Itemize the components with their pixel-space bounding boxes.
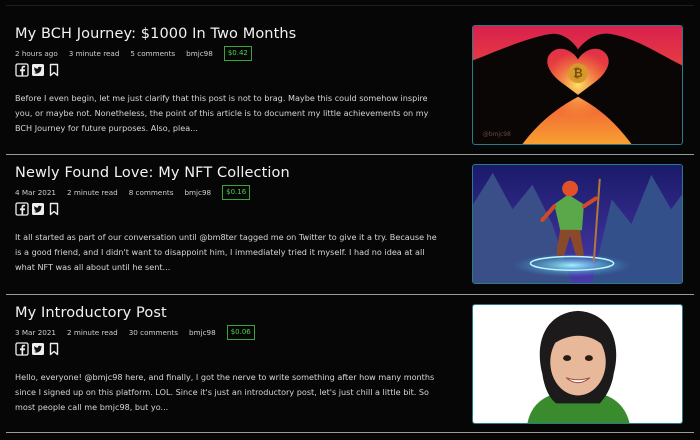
post-title[interactable]: Newly Found Love: My NFT Collection xyxy=(15,165,290,181)
post-read-time: 2 minute read xyxy=(67,188,118,197)
facebook-icon[interactable] xyxy=(15,63,29,77)
post-thumbnail-avatar-portrait[interactable] xyxy=(472,304,683,424)
post-title[interactable]: My BCH Journey: $1000 In Two Months xyxy=(15,26,296,42)
post-time: 4 Mar 2021 xyxy=(15,188,56,197)
share-buttons xyxy=(15,63,61,77)
post-title[interactable]: My Introductory Post xyxy=(15,305,167,321)
twitter-icon[interactable] xyxy=(31,63,45,77)
post-excerpt: Before I even begin, let me just clarify… xyxy=(15,93,429,133)
facebook-icon[interactable] xyxy=(15,342,29,356)
post-read-time: 3 minute read xyxy=(68,49,120,58)
post-author-link[interactable]: bmjc98 xyxy=(186,49,213,58)
post-thumbnail-nft-character[interactable] xyxy=(472,164,683,284)
bottom-divider xyxy=(6,432,694,433)
post-time: 2 hours ago xyxy=(15,49,58,58)
top-divider xyxy=(6,5,694,6)
post-time: 3 Mar 2021 xyxy=(15,328,56,337)
post-card[interactable]: My Introductory Post 3 Mar 2021 2 minute… xyxy=(6,295,694,435)
post-comments-link[interactable]: 5 comments xyxy=(130,49,175,58)
bookmark-icon[interactable] xyxy=(47,342,61,356)
twitter-icon[interactable] xyxy=(31,202,45,216)
post-read-time: 2 minute read xyxy=(67,328,118,337)
facebook-icon[interactable] xyxy=(15,202,29,216)
bookmark-icon[interactable] xyxy=(47,202,61,216)
post-meta: 3 Mar 2021 2 minute read 30 comments bmj… xyxy=(15,325,266,340)
post-excerpt: It all started as part of our conversati… xyxy=(15,232,437,272)
bookmark-icon[interactable] xyxy=(47,63,61,77)
post-author-link[interactable]: bmjc98 xyxy=(189,328,216,337)
twitter-icon[interactable] xyxy=(31,342,45,356)
post-card[interactable]: My BCH Journey: $1000 In Two Months 2 ho… xyxy=(6,15,694,155)
share-buttons xyxy=(15,202,61,216)
post-author-link[interactable]: bmjc98 xyxy=(184,188,211,197)
tip-badge: $0.06 xyxy=(226,325,255,340)
post-comments-link[interactable]: 30 comments xyxy=(129,328,178,337)
tip-badge: $0.16 xyxy=(222,185,251,200)
thumbnail-watermark: @bmjc98 xyxy=(483,132,511,138)
svg-text:₿: ₿ xyxy=(573,66,583,80)
post-thumbnail-hands-heart[interactable]: ₿ @bmjc98 xyxy=(472,25,683,145)
post-meta: 2 hours ago 3 minute read 5 comments bmj… xyxy=(15,46,263,61)
post-meta: 4 Mar 2021 2 minute read 8 comments bmjc… xyxy=(15,185,261,200)
post-card[interactable]: Newly Found Love: My NFT Collection 4 Ma… xyxy=(6,155,694,295)
tip-badge: $0.42 xyxy=(223,46,252,61)
post-comments-link[interactable]: 8 comments xyxy=(129,188,174,197)
post-excerpt: Hello, everyone! @bmjc98 here, and final… xyxy=(15,372,435,412)
share-buttons xyxy=(15,342,61,356)
